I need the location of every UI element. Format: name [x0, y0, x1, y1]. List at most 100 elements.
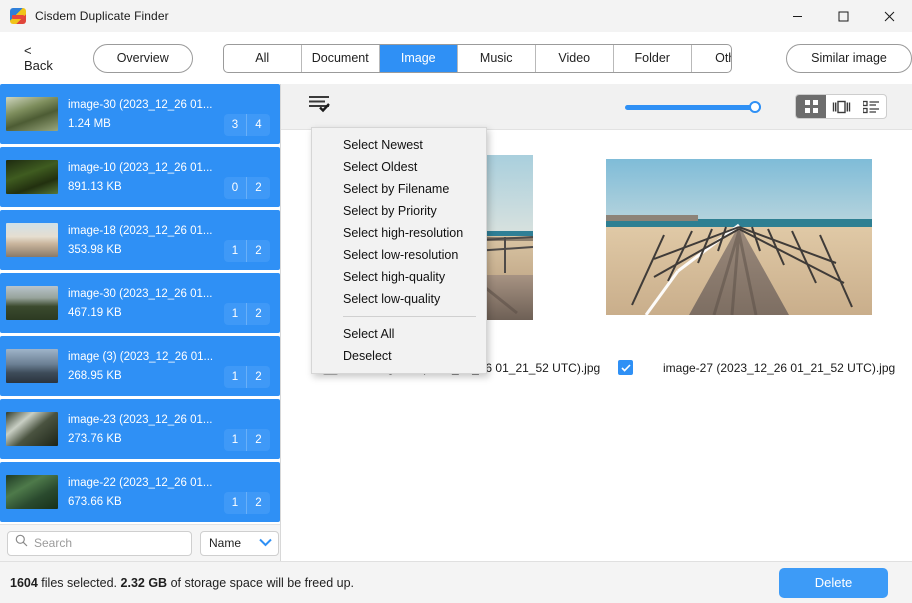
thumbnail: [6, 475, 58, 509]
status-badge: 1 2: [224, 303, 270, 325]
back-button[interactable]: < Back: [24, 43, 61, 73]
group-filesize: 353.98 KB: [68, 242, 224, 258]
sort-dropdown-value: Name: [209, 536, 241, 550]
view-mode-group: [795, 94, 887, 119]
tab-other[interactable]: Other: [692, 45, 732, 72]
menu-item-select-high-quality[interactable]: Select high-quality: [312, 266, 486, 288]
main-toolbar: < Back Overview All Document Image Music…: [0, 32, 912, 84]
list-item[interactable]: image-30 (2023_12_26 01... 467.19 KB 1 2: [0, 273, 280, 333]
tab-video[interactable]: Video: [536, 45, 614, 72]
tab-document[interactable]: Document: [302, 45, 380, 72]
menu-item-select-newest[interactable]: Select Newest: [312, 134, 486, 156]
search-field[interactable]: [7, 531, 192, 556]
list-view-icon[interactable]: [856, 95, 886, 118]
menu-item-select-all[interactable]: Select All: [312, 323, 486, 345]
thumbnail: [6, 349, 58, 383]
image-caption: image-27 (2023_12_26 01_21_52 UTC).jpg: [605, 360, 873, 375]
content-toolbar: [281, 84, 912, 130]
thumbnail: [6, 286, 58, 320]
badge-selected-count: 1: [224, 303, 247, 325]
menu-item-deselect[interactable]: Deselect: [312, 345, 486, 367]
status-summary: 1604 files selected. 2.32 GB of storage …: [10, 576, 354, 590]
duplicate-groups-sidebar[interactable]: image-30 (2023_12_26 01... 1.24 MB 3 4 i…: [0, 84, 280, 524]
status-text-end: of storage space will be freed up.: [171, 576, 354, 590]
badge-total-count: 2: [247, 429, 270, 451]
category-tabs: All Document Image Music Video Folder Ot…: [223, 44, 732, 73]
tab-all[interactable]: All: [224, 45, 302, 72]
image-preview-wrapper: [605, 150, 873, 324]
status-bar: 1604 files selected. 2.32 GB of storage …: [0, 561, 912, 603]
app-logo-icon: [10, 8, 26, 24]
menu-item-select-low-resolution[interactable]: Select low-resolution: [312, 244, 486, 266]
grid-view-icon[interactable]: [796, 95, 826, 118]
badge-total-count: 2: [247, 492, 270, 514]
zoom-slider-handle[interactable]: [749, 101, 761, 113]
group-filename: image-10 (2023_12_26 01...: [68, 160, 224, 176]
badge-selected-count: 3: [224, 114, 247, 136]
menu-separator: [343, 316, 476, 317]
similar-image-button[interactable]: Similar image: [786, 44, 912, 73]
thumbnail: [6, 412, 58, 446]
window-controls: [774, 0, 912, 32]
badge-total-count: 2: [247, 303, 270, 325]
sidebar-search-bar: Name: [0, 524, 280, 561]
chevron-down-icon: [259, 536, 272, 550]
tab-music[interactable]: Music: [458, 45, 536, 72]
list-item[interactable]: image-22 (2023_12_26 01... 673.66 KB 1 2: [0, 462, 280, 522]
badge-selected-count: 0: [224, 177, 247, 199]
list-item[interactable]: image (3) (2023_12_26 01... 268.95 KB 1 …: [0, 336, 280, 396]
list-item[interactable]: image-30 (2023_12_26 01... 1.24 MB 3 4: [0, 84, 280, 144]
badge-total-count: 2: [247, 366, 270, 388]
select-context-menu: Select Newest Select Oldest Select by Fi…: [311, 127, 487, 374]
group-filename: image (3) (2023_12_26 01...: [68, 349, 224, 365]
search-input[interactable]: [34, 536, 174, 550]
badge-selected-count: 1: [224, 240, 247, 262]
badge-total-count: 2: [247, 177, 270, 199]
group-filesize: 891.13 KB: [68, 179, 224, 195]
badge-selected-count: 1: [224, 429, 247, 451]
close-icon[interactable]: [866, 0, 912, 32]
badge-selected-count: 1: [224, 492, 247, 514]
menu-item-select-by-filename[interactable]: Select by Filename: [312, 178, 486, 200]
zoom-slider-track: [625, 105, 761, 110]
status-badge: 1 2: [224, 366, 270, 388]
select-list-icon[interactable]: [309, 95, 331, 118]
status-badge: 0 2: [224, 177, 270, 199]
status-badge: 3 4: [224, 114, 270, 136]
selected-files-count: 1604: [10, 576, 38, 590]
tab-folder[interactable]: Folder: [614, 45, 692, 72]
menu-item-select-low-quality[interactable]: Select low-quality: [312, 288, 486, 310]
grid-cell[interactable]: image-27 (2023_12_26 01_21_52 UTC).jpg: [605, 150, 873, 375]
filmstrip-view-icon[interactable]: [826, 95, 856, 118]
image-filename: image-27 (2023_12_26 01_21_52 UTC).jpg: [663, 361, 895, 375]
maximize-icon[interactable]: [820, 0, 866, 32]
list-item[interactable]: image-23 (2023_12_26 01... 273.76 KB 1 2: [0, 399, 280, 459]
status-badge: 1 2: [224, 240, 270, 262]
title-bar: Cisdem Duplicate Finder: [0, 0, 912, 32]
tab-image[interactable]: Image: [380, 45, 458, 72]
badge-total-count: 2: [247, 240, 270, 262]
menu-item-select-by-priority[interactable]: Select by Priority: [312, 200, 486, 222]
group-filesize: 467.19 KB: [68, 305, 224, 321]
menu-item-select-high-resolution[interactable]: Select high-resolution: [312, 222, 486, 244]
group-filename: image-30 (2023_12_26 01...: [68, 97, 224, 113]
overview-button[interactable]: Overview: [93, 44, 193, 73]
menu-item-select-oldest[interactable]: Select Oldest: [312, 156, 486, 178]
minimize-icon[interactable]: [774, 0, 820, 32]
sort-dropdown[interactable]: Name: [200, 531, 279, 556]
list-item[interactable]: image-18 (2023_12_26 01... 353.98 KB 1 2: [0, 210, 280, 270]
delete-button[interactable]: Delete: [779, 568, 888, 598]
zoom-slider[interactable]: [625, 101, 761, 113]
group-filename: image-30 (2023_12_26 01...: [68, 286, 224, 302]
badge-total-count: 4: [247, 114, 270, 136]
image-checkbox[interactable]: [618, 360, 633, 375]
group-filesize: 268.95 KB: [68, 368, 224, 384]
image-preview[interactable]: [606, 159, 872, 315]
group-filesize: 1.24 MB: [68, 116, 224, 132]
group-filename: image-18 (2023_12_26 01...: [68, 223, 224, 239]
list-item[interactable]: image-10 (2023_12_26 01... 891.13 KB 0 2: [0, 147, 280, 207]
thumbnail: [6, 160, 58, 194]
status-badge: 1 2: [224, 429, 270, 451]
status-text-middle: files selected.: [41, 576, 117, 590]
status-badge: 1 2: [224, 492, 270, 514]
